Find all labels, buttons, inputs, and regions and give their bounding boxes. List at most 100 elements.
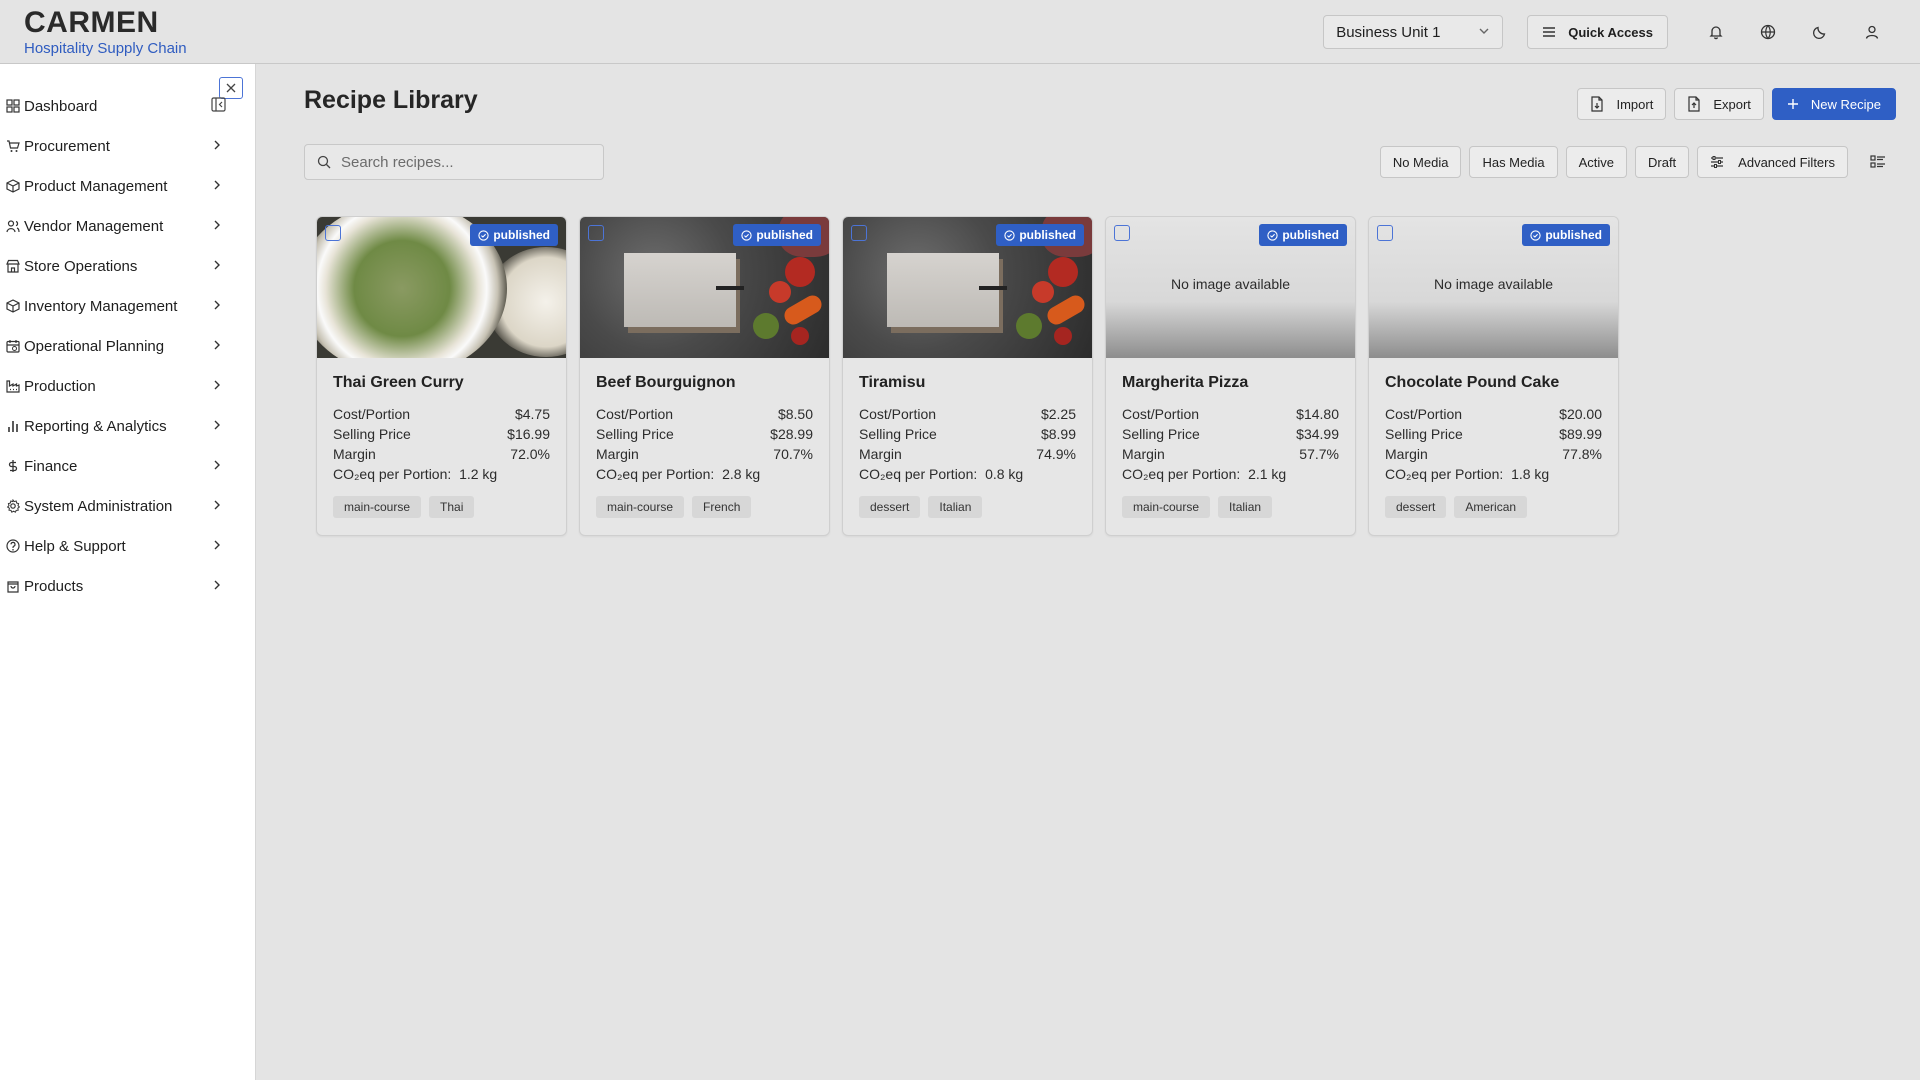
import-button[interactable]: Import: [1577, 88, 1667, 120]
sidebar-item-production[interactable]: Production: [0, 366, 230, 406]
export-label: Export: [1713, 96, 1751, 112]
user-menu-button[interactable]: [1846, 15, 1898, 49]
recipe-card[interactable]: No image available published Margherita …: [1105, 216, 1356, 536]
sidebar-item-finance[interactable]: Finance: [0, 446, 230, 486]
sidebar-nav: Dashboard Procurement Product Management…: [0, 86, 230, 606]
sidebar-item-product-management[interactable]: Product Management: [0, 166, 230, 206]
filter-has-media-button[interactable]: Has Media: [1469, 146, 1558, 178]
margin-label: Margin: [1122, 446, 1165, 462]
search-input[interactable]: [341, 153, 581, 171]
tag: Italian: [1218, 496, 1273, 518]
margin-value: 77.8%: [1562, 446, 1602, 462]
select-checkbox[interactable]: [1377, 225, 1393, 241]
co2-value: 1.8 kg: [1511, 466, 1550, 482]
store-icon: [5, 258, 21, 274]
chevron-right-icon: [214, 460, 220, 470]
select-checkbox[interactable]: [1114, 225, 1130, 241]
chevron-right-icon: [214, 580, 220, 590]
notifications-button[interactable]: [1690, 15, 1742, 49]
tag: dessert: [859, 496, 921, 518]
theme-toggle-button[interactable]: [1794, 15, 1846, 49]
sidebar-item-label: Products: [24, 577, 84, 595]
sidebar-item-label: Production: [24, 377, 96, 395]
status-label: published: [1545, 228, 1602, 242]
sidebar-item-help-support[interactable]: Help & Support: [0, 526, 230, 566]
recipe-image: published: [843, 217, 1092, 358]
factory-icon: [5, 378, 21, 394]
search-icon: [317, 155, 331, 169]
recipe-name: Thai Green Curry: [333, 374, 464, 391]
recipe-card[interactable]: published Thai Green Curry Cost/Portion $…: [316, 216, 567, 536]
select-checkbox[interactable]: [588, 225, 604, 241]
box-icon: [5, 298, 21, 314]
status-badge: published: [470, 224, 558, 246]
co2-label: CO₂eq per Portion:: [1122, 466, 1241, 482]
cart-icon: [5, 138, 21, 154]
sidebar-item-label: Operational Planning: [24, 337, 165, 355]
filter-active-button[interactable]: Active: [1565, 146, 1627, 178]
sidebar-item-inventory-management[interactable]: Inventory Management: [0, 286, 230, 326]
sidebar-item-reporting-analytics[interactable]: Reporting & Analytics: [0, 406, 230, 446]
margin-label: Margin: [596, 446, 639, 462]
recipe-card[interactable]: published Beef Bourguignon Cost/Portion $…: [579, 216, 830, 536]
check-circle-icon: [478, 229, 489, 241]
header-actions: Business Unit 1 Quick Access: [1323, 15, 1898, 49]
recipe-image-decor: [1016, 313, 1042, 339]
brand-name: CARMEN: [24, 6, 159, 39]
sidebar-item-procurement[interactable]: Procurement: [0, 126, 230, 166]
chevron-down-icon: [1478, 24, 1490, 41]
filter-label: No Media: [1392, 154, 1449, 170]
cost-label: Cost/Portion: [1122, 406, 1200, 422]
recipe-image-decor: [1032, 281, 1054, 303]
quick-access-button[interactable]: Quick Access: [1527, 15, 1668, 49]
chevron-right-icon: [214, 260, 220, 270]
bar-chart-icon: [5, 418, 21, 434]
filter-draft-button[interactable]: Draft: [1635, 146, 1690, 178]
check-circle-icon: [1267, 229, 1278, 241]
view-toggle-button[interactable]: [1860, 146, 1896, 178]
calendar-icon: [5, 338, 21, 354]
brand[interactable]: CARMEN Hospitality Supply Chain: [24, 6, 187, 58]
check-circle-icon: [1530, 229, 1541, 241]
sidebar: Dashboard Procurement Product Management…: [0, 64, 256, 1080]
status-label: published: [493, 228, 550, 242]
page-title: Recipe Library: [304, 86, 478, 114]
price-label: Selling Price: [333, 426, 411, 442]
recipe-card[interactable]: No image available published Chocolate P…: [1368, 216, 1619, 536]
tag: French: [692, 496, 752, 518]
advanced-filters-button[interactable]: Advanced Filters: [1697, 146, 1848, 178]
sidebar-item-store-operations[interactable]: Store Operations: [0, 246, 230, 286]
co2-label: CO₂eq per Portion:: [859, 466, 978, 482]
language-button[interactable]: [1742, 15, 1794, 49]
chevron-right-icon: [214, 540, 220, 550]
recipe-image-placeholder: No image available published: [1106, 217, 1355, 358]
sidebar-item-operational-planning[interactable]: Operational Planning: [0, 326, 230, 366]
sidebar-item-products[interactable]: Products: [0, 566, 230, 606]
user-icon: [1865, 25, 1879, 39]
recipe-name: Chocolate Pound Cake: [1385, 374, 1560, 391]
sidebar-item-label: Procurement: [24, 137, 110, 155]
sidebar-item-dashboard[interactable]: Dashboard: [0, 86, 230, 126]
export-button[interactable]: Export: [1674, 88, 1764, 120]
sidebar-item-vendor-management[interactable]: Vendor Management: [0, 206, 230, 246]
chevron-right-icon: [214, 140, 220, 150]
new-recipe-button[interactable]: New Recipe: [1771, 88, 1896, 120]
filter-no-media-button[interactable]: No Media: [1379, 146, 1462, 178]
recipe-image-decor: [1054, 327, 1072, 345]
business-unit-select[interactable]: Business Unit 1: [1323, 15, 1504, 49]
cost-value: $20.00: [1559, 406, 1602, 422]
recipe-image: published: [317, 217, 566, 358]
recipe-grid: published Thai Green Curry Cost/Portion $…: [316, 216, 1631, 536]
select-checkbox[interactable]: [325, 225, 341, 241]
business-unit-value: Business Unit 1: [1336, 23, 1441, 41]
recipe-card[interactable]: published Tiramisu Cost/Portion $2.25 Sel…: [842, 216, 1093, 536]
sidebar-item-system-administration[interactable]: System Administration: [0, 486, 230, 526]
tag: Italian: [928, 496, 983, 518]
users-icon: [5, 218, 21, 234]
recipe-image-decor: [791, 327, 809, 345]
status-label: published: [1282, 228, 1339, 242]
file-import-icon: [1591, 96, 1604, 112]
grid-icon: [5, 98, 21, 114]
filter-label: Advanced Filters: [1738, 154, 1835, 170]
select-checkbox[interactable]: [851, 225, 867, 241]
